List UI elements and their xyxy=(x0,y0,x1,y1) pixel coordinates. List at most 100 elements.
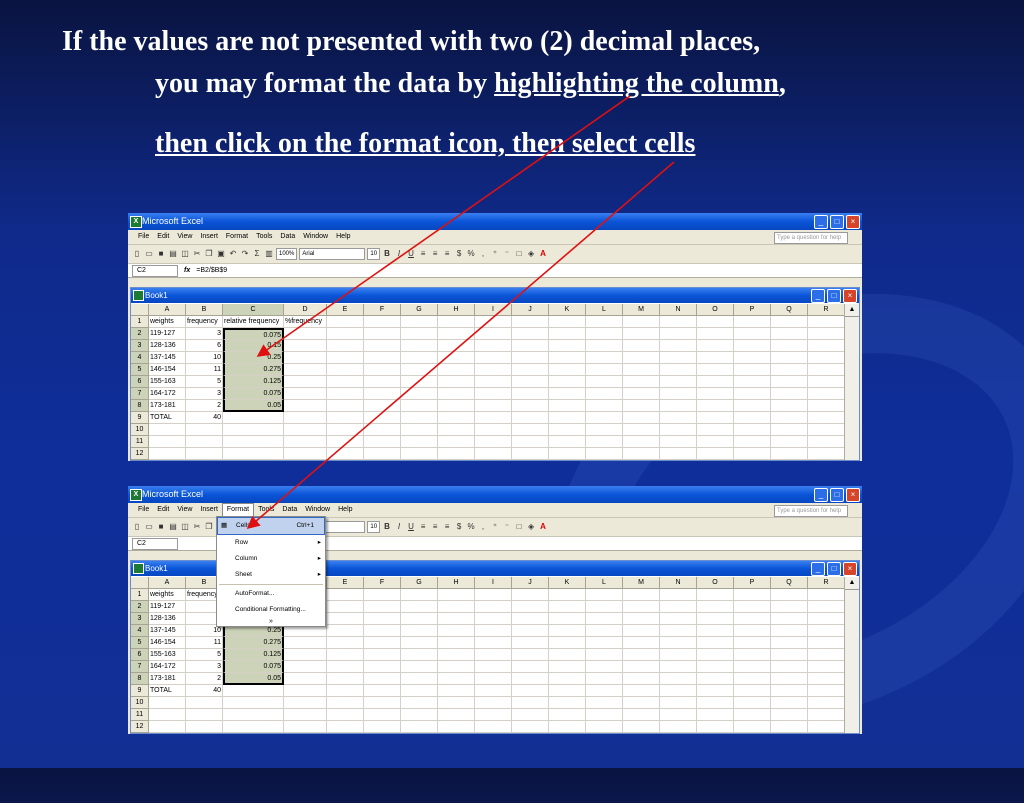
cell-i7[interactable] xyxy=(475,661,512,673)
cell-j2[interactable] xyxy=(512,601,549,613)
cell-d7[interactable] xyxy=(284,388,327,400)
cell-c5[interactable]: 0.275 xyxy=(223,637,284,649)
cell-b3[interactable]: 6 xyxy=(186,340,223,352)
align-left-icon[interactable]: ≡ xyxy=(418,249,428,259)
cell-g1[interactable] xyxy=(401,316,438,328)
font-size-select[interactable]: 10 xyxy=(367,248,381,260)
cell-n6[interactable] xyxy=(660,649,697,661)
cell-n8[interactable] xyxy=(660,673,697,685)
cell-l5[interactable] xyxy=(586,364,623,376)
cell-n1[interactable] xyxy=(660,589,697,601)
redo-icon[interactable]: ↷ xyxy=(240,249,250,259)
cell-n4[interactable] xyxy=(660,352,697,364)
select-all-corner[interactable] xyxy=(131,577,149,589)
cut-icon[interactable]: ✂ xyxy=(192,249,202,259)
cell-n2[interactable] xyxy=(660,601,697,613)
menu-data[interactable]: Data xyxy=(278,503,301,517)
row-header[interactable]: 9 xyxy=(131,412,149,424)
cell-a10[interactable] xyxy=(149,697,186,709)
cell-k3[interactable] xyxy=(549,340,586,352)
cell-p1[interactable] xyxy=(734,589,771,601)
cell-l4[interactable] xyxy=(586,625,623,637)
bold-icon[interactable]: B xyxy=(382,522,392,532)
cell-e5[interactable] xyxy=(327,637,364,649)
underline-icon[interactable]: U xyxy=(406,522,416,532)
column-header-f[interactable]: F xyxy=(364,577,401,589)
cell-n2[interactable] xyxy=(660,328,697,340)
cell-q7[interactable] xyxy=(771,388,808,400)
menu-view[interactable]: View xyxy=(173,503,196,517)
cell-e2[interactable] xyxy=(327,601,364,613)
print-icon[interactable]: ▤ xyxy=(168,249,178,259)
cell-c11[interactable] xyxy=(223,436,284,448)
cell-l10[interactable] xyxy=(586,424,623,436)
cell-o9[interactable] xyxy=(697,685,734,697)
column-header-r[interactable]: R xyxy=(808,577,845,589)
cell-f2[interactable] xyxy=(364,328,401,340)
cell-c6[interactable]: 0.125 xyxy=(223,649,284,661)
cell-b12[interactable] xyxy=(186,721,223,733)
cell-h1[interactable] xyxy=(438,589,475,601)
cell-q3[interactable] xyxy=(771,613,808,625)
cell-k1[interactable] xyxy=(549,589,586,601)
cell-m12[interactable] xyxy=(623,448,660,460)
cell-k12[interactable] xyxy=(549,721,586,733)
row-header[interactable]: 6 xyxy=(131,649,149,661)
cell-f5[interactable] xyxy=(364,364,401,376)
cell-h3[interactable] xyxy=(438,613,475,625)
cell-k10[interactable] xyxy=(549,697,586,709)
cell-p6[interactable] xyxy=(734,649,771,661)
cell-f6[interactable] xyxy=(364,376,401,388)
comma-icon[interactable]: , xyxy=(478,249,488,259)
cell-e2[interactable] xyxy=(327,328,364,340)
cell-o3[interactable] xyxy=(697,340,734,352)
cell-j11[interactable] xyxy=(512,709,549,721)
cell-b8[interactable]: 2 xyxy=(186,400,223,412)
cell-c9[interactable] xyxy=(223,685,284,697)
cell-r10[interactable] xyxy=(808,697,845,709)
fill-color-icon[interactable]: ◈ xyxy=(526,522,536,532)
cell-d10[interactable] xyxy=(284,697,327,709)
cell-l8[interactable] xyxy=(586,400,623,412)
menu-tools[interactable]: Tools xyxy=(254,503,278,517)
cell-d5[interactable] xyxy=(284,637,327,649)
workbook-minimize-button[interactable]: _ xyxy=(811,562,825,576)
comma-icon[interactable]: , xyxy=(478,522,488,532)
cell-f5[interactable] xyxy=(364,637,401,649)
cell-a7[interactable]: 164-172 xyxy=(149,388,186,400)
cell-j10[interactable] xyxy=(512,424,549,436)
cell-r9[interactable] xyxy=(808,685,845,697)
cell-l4[interactable] xyxy=(586,352,623,364)
cell-d10[interactable] xyxy=(284,424,327,436)
cell-g9[interactable] xyxy=(401,412,438,424)
cell-p7[interactable] xyxy=(734,661,771,673)
format-menu-cells[interactable]: ▦ Cells... Ctrl+1 xyxy=(217,517,325,535)
cell-i2[interactable] xyxy=(475,328,512,340)
cell-g5[interactable] xyxy=(401,637,438,649)
cell-n4[interactable] xyxy=(660,625,697,637)
column-header-q[interactable]: Q xyxy=(771,577,808,589)
column-header-j[interactable]: J xyxy=(512,577,549,589)
cell-g11[interactable] xyxy=(401,436,438,448)
cell-i6[interactable] xyxy=(475,649,512,661)
cell-j10[interactable] xyxy=(512,697,549,709)
cell-o8[interactable] xyxy=(697,673,734,685)
cell-q4[interactable] xyxy=(771,625,808,637)
cell-i12[interactable] xyxy=(475,721,512,733)
cell-m8[interactable] xyxy=(623,673,660,685)
cell-i8[interactable] xyxy=(475,673,512,685)
cell-h10[interactable] xyxy=(438,697,475,709)
cell-j9[interactable] xyxy=(512,412,549,424)
cell-g12[interactable] xyxy=(401,721,438,733)
cell-m7[interactable] xyxy=(623,388,660,400)
save-icon[interactable]: ■ xyxy=(156,522,166,532)
cell-g11[interactable] xyxy=(401,709,438,721)
preview-icon[interactable]: ◫ xyxy=(180,249,190,259)
column-header-m[interactable]: M xyxy=(623,304,660,316)
cell-p11[interactable] xyxy=(734,709,771,721)
preview-icon[interactable]: ◫ xyxy=(180,522,190,532)
cell-o6[interactable] xyxy=(697,649,734,661)
undo-icon[interactable]: ↶ xyxy=(228,249,238,259)
cell-k5[interactable] xyxy=(549,364,586,376)
cell-e12[interactable] xyxy=(327,721,364,733)
